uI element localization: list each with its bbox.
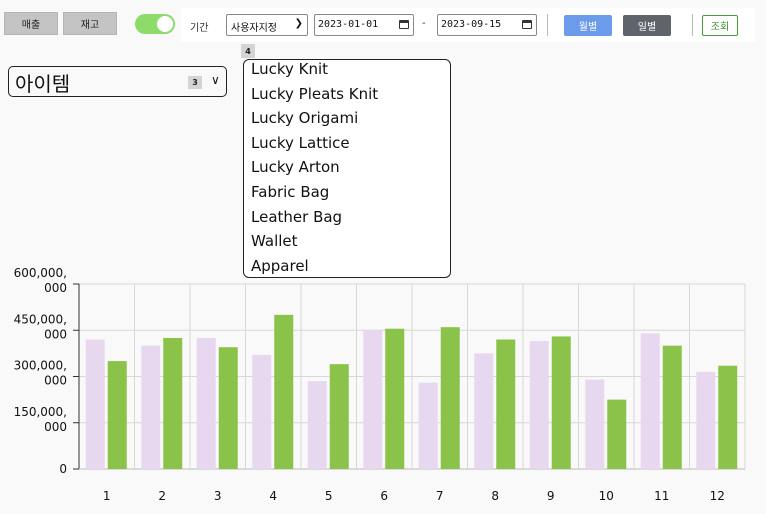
bar-series-2 [329,364,349,469]
x-tick-label: 12 [710,489,725,503]
bar-series-2 [440,327,460,469]
bar-series-2 [551,336,571,469]
y-tick-label: 300,000, 000 [14,359,67,388]
x-tick-label: 11 [654,489,669,503]
x-tick-label: 7 [436,489,444,503]
bar-series-1 [307,381,327,469]
y-tick-label: 150,000, 000 [14,405,67,434]
bar-chart: 0 150,000, 000 300,000, 000 450,000, 000 600,00… [14,266,746,503]
x-tick-label: 8 [491,489,499,503]
y-tick-label: 600,000, 000 [14,266,67,295]
x-tick-label: 2 [158,489,166,503]
y-tick-label: 450,000, 000 [14,312,67,341]
x-tick-label: 9 [547,489,555,503]
bar-series-1 [85,339,105,469]
bar-series-1 [196,337,216,469]
bar-series-1 [640,333,660,469]
bar-series-1 [529,341,549,469]
bar-series-1 [474,353,494,469]
bar-series-2 [107,361,127,469]
bar-series-1 [252,354,272,469]
x-tick-label: 5 [325,489,333,503]
bar-series-1 [696,371,716,469]
bar-series-1 [141,345,161,469]
x-tick-label: 10 [599,489,614,503]
x-tick-label: 1 [103,489,111,503]
bar-series-2 [218,347,238,469]
bar-series-2 [496,339,516,469]
x-tick-label: 6 [380,489,388,503]
x-tick-label: 3 [214,489,222,503]
bar-series-1 [585,379,605,469]
y-tick-label: 0 [59,462,67,476]
bar-series-2 [385,328,405,469]
bar-series-1 [363,330,383,469]
bar-series-2 [607,399,627,469]
x-tick-label: 4 [269,489,277,503]
bar-series-2 [662,345,682,469]
bar-series-2 [274,314,294,469]
bar-series-1 [418,382,438,469]
bar-series-2 [718,365,738,469]
bar-series-2 [163,337,183,469]
